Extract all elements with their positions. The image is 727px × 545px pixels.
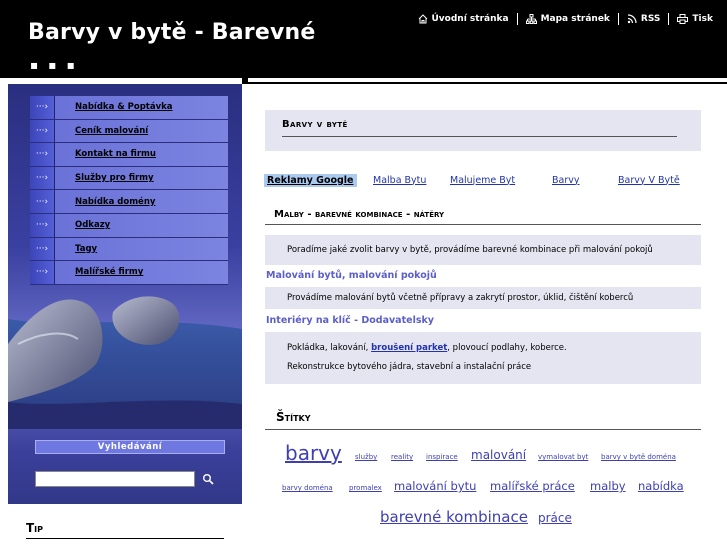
sidebar-item-label[interactable]: Malířské firmy	[55, 261, 228, 284]
page-title-divider	[282, 136, 677, 137]
sidebar-item-nabidka-poptavka[interactable]: ···› Nabídka & Poptávka	[30, 96, 228, 120]
nav-rss-label: RSS	[640, 14, 661, 24]
arrow-right-icon: ···›	[30, 261, 55, 284]
search-title: Vyhledávání	[35, 440, 225, 454]
interiery-text-after: , plovoucí podlahy, koberce.	[447, 343, 567, 353]
interiery-text-second: Rekonstrukce bytového jádra, stavební a …	[287, 362, 532, 372]
arrow-right-icon: ···›	[30, 96, 55, 119]
nav-print-label: Tisk	[692, 14, 713, 24]
title-dots: ▪ ▪ ▪	[30, 58, 78, 72]
sidebar-item-sluzby[interactable]: ···› Služby pro firmy	[30, 166, 228, 191]
tag-link[interactable]: vymalovat byt	[538, 453, 588, 461]
tag-link[interactable]: malování	[471, 448, 526, 462]
nav-sitemap-label: Mapa stránek	[540, 14, 610, 24]
subsection-title-malovani[interactable]: Malování bytů, malování pokojů	[266, 270, 437, 281]
intro-text: Poradíme jaké zvolit barvy v bytě, prová…	[287, 245, 653, 255]
nav-separator	[668, 13, 670, 25]
tag-link[interactable]: barvy	[285, 441, 342, 465]
sitemap-icon	[525, 14, 537, 24]
interiery-text-before: Pokládka, lakování,	[287, 343, 369, 353]
arrow-right-icon: ···›	[30, 237, 55, 261]
sidebar-item-odkazy[interactable]: ···› Odkazy	[30, 213, 228, 238]
tag-link[interactable]: malířské práce	[490, 479, 575, 493]
tag-link[interactable]: reality	[391, 453, 413, 461]
tag-link[interactable]: barevné kombinace	[380, 508, 528, 526]
subsection-text-malovani: Provádíme malování bytů včetně přípravy …	[287, 293, 634, 303]
search-icon	[203, 474, 214, 485]
sidebar-item-cenik-malovani[interactable]: ···› Ceník malování	[30, 119, 228, 144]
rss-icon	[627, 14, 637, 24]
nav-home-link[interactable]: Úvodní stránka	[418, 14, 509, 24]
arrow-right-icon: ···›	[30, 213, 55, 237]
tip-panel: Tip	[8, 504, 242, 545]
subsection-title-interiery[interactable]: Interiéry na klíč - Dodavatelsky	[266, 315, 434, 326]
search-button[interactable]	[198, 470, 218, 488]
print-icon	[677, 14, 689, 24]
sidebar-item-nabidka-domeny[interactable]: ···› Nabídka domény	[30, 190, 228, 214]
home-icon	[418, 14, 427, 24]
nav-separator	[617, 13, 619, 25]
sidebar-item-label[interactable]: Nabídka domény	[55, 190, 228, 213]
sidebar-item-label[interactable]: Kontakt na firmu	[55, 143, 228, 166]
sidebar-item-label[interactable]: Odkazy	[55, 213, 228, 237]
nav-rss-link[interactable]: RSS	[627, 14, 661, 24]
page-title: Barvy v bytě	[282, 119, 348, 130]
sidebar-item-label[interactable]: Služby pro firmy	[55, 166, 228, 190]
subsection-text-interiery: Pokládka, lakování, broušení parket, plo…	[287, 343, 701, 353]
nav-separator	[516, 13, 518, 25]
tag-link[interactable]: promalex	[349, 484, 382, 492]
nav-home-label: Úvodní stránka	[431, 14, 509, 24]
arrow-right-icon: ···›	[30, 166, 55, 190]
ad-link-barvy-v-byte[interactable]: Barvy V Bytě	[618, 175, 680, 186]
subsection-bar-malovani: Provádíme malování bytů včetně přípravy …	[265, 287, 701, 309]
tag-link[interactable]: práce	[538, 511, 572, 525]
top-navigation: Úvodní stránka Mapa stránek RSS Tisk	[418, 13, 713, 25]
tag-link[interactable]: malování bytu	[394, 479, 476, 493]
tag-link[interactable]: nabídka	[638, 479, 684, 493]
section-divider	[265, 224, 701, 225]
arrow-right-icon: ···›	[30, 190, 55, 213]
ads-label[interactable]: Reklamy Google	[264, 173, 357, 187]
tag-link[interactable]: barvy v bytě doména	[601, 453, 676, 461]
sidebar-item-label[interactable]: Tagy	[55, 237, 228, 261]
search-input[interactable]	[35, 471, 195, 487]
ad-link-malujeme-byt[interactable]: Malujeme Byt	[450, 175, 515, 186]
tag-link[interactable]: služby	[355, 453, 377, 461]
arrow-right-icon: ···›	[30, 143, 55, 166]
site-header: Barvy v bytě - Barevné ▪ ▪ ▪ Úvodní strá…	[0, 0, 727, 78]
ad-link-malba-bytu[interactable]: Malba Bytu	[373, 175, 426, 186]
main-content: Barvy v bytě Reklamy Google Malba Bytu M…	[248, 84, 727, 545]
site-title[interactable]: Barvy v bytě - Barevné	[28, 20, 316, 45]
tags-divider	[265, 429, 701, 430]
subsection-bar-interiery: Pokládka, lakování, broušení parket, plo…	[265, 332, 701, 384]
link-brouseni-parket[interactable]: broušení parket	[371, 343, 447, 353]
nav-sitemap-link[interactable]: Mapa stránek	[525, 14, 610, 24]
sidebar-item-label[interactable]: Nabídka & Poptávka	[55, 96, 228, 119]
tag-link[interactable]: barvy doména	[282, 484, 333, 492]
sidebar-item-malirske-firmy[interactable]: ···› Malířské firmy	[30, 261, 228, 285]
seascape-image	[8, 284, 242, 429]
tags-heading: Štítky	[276, 410, 311, 424]
ad-link-barvy[interactable]: Barvy	[552, 175, 580, 186]
nav-print-link[interactable]: Tisk	[677, 14, 713, 24]
tip-title: Tip	[26, 521, 44, 535]
sidebar-item-tagy[interactable]: ···› Tagy	[30, 237, 228, 262]
sidebar-menu: ···› Nabídka & Poptávka ···› Ceník malován…	[30, 96, 228, 285]
sidebar-item-label[interactable]: Ceník malování	[55, 119, 228, 143]
tag-link[interactable]: malby	[590, 479, 626, 493]
google-ads-row: Reklamy Google Malba Bytu Malujeme Byt B…	[264, 173, 704, 187]
tag-link[interactable]: inspirace	[426, 453, 458, 461]
tip-divider	[26, 538, 224, 539]
sidebar: ···› Nabídka & Poptávka ···› Ceník malován…	[8, 84, 242, 545]
arrow-right-icon: ···›	[30, 119, 55, 143]
header-divider-left	[8, 78, 242, 82]
sidebar-item-kontakt[interactable]: ···› Kontakt na firmu	[30, 143, 228, 167]
section-heading: Malby - barevné kombinace - nátěry	[274, 209, 445, 220]
title-band	[265, 110, 701, 151]
intro-bar: Poradíme jaké zvolit barvy v bytě, prová…	[265, 235, 701, 265]
